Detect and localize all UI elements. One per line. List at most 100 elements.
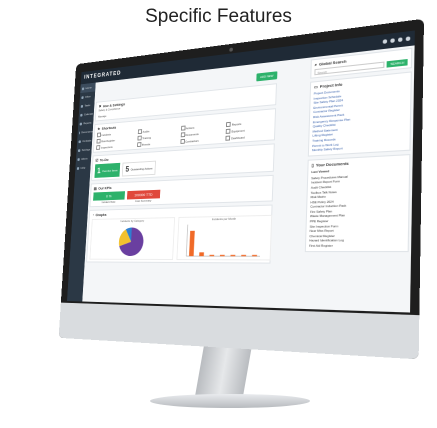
todo-title-text: To-Do [100, 157, 109, 162]
documents-list: Safety Procedures Manual Incident Report… [309, 172, 406, 249]
graphs-panel: ◔ Graphs Incidents by Category Incidents … [86, 205, 272, 264]
bar [220, 255, 225, 256]
sidebar-item-help[interactable]: Help [75, 163, 91, 173]
notifications-icon[interactable] [383, 39, 387, 44]
settings-icon[interactable] [390, 38, 394, 43]
shortcut-item[interactable]: Inspections [96, 143, 135, 150]
bar [199, 252, 204, 256]
help-icon [77, 167, 79, 170]
chart-icon: ▤ [94, 186, 97, 191]
bar-chart-card: Incidents per Month [176, 215, 272, 261]
pie-chart [90, 222, 174, 259]
checkbox-icon [97, 133, 101, 138]
shortcut-label: Documents [185, 132, 198, 137]
monitor-stand-base [150, 394, 310, 408]
tasks-icon [81, 105, 83, 108]
kpi-card[interactable]: 0 % Incident Rate [93, 191, 125, 204]
documents-title-text: Your Documents [316, 160, 349, 167]
kpi-label: Incident Rate [93, 200, 125, 205]
reports-icon [80, 122, 82, 125]
sidebar-item-label: Help [81, 166, 86, 170]
shortcut-item[interactable]: Dashboard [226, 133, 272, 141]
bar-chart-axis [186, 223, 261, 256]
todo-outstanding[interactable]: 5 Outstanding Actions [122, 161, 156, 177]
main-content: ADD NEW ⚑ Hse & Settings Safety & Complia… [84, 63, 278, 305]
kpi-card[interactable]: 100000 TTD Cost Summary [127, 190, 161, 204]
document-link[interactable]: First Aid Register [309, 243, 404, 248]
monitor-screen: INTEGRATED Home Inbox Tasks Calendar Rep… [67, 30, 415, 312]
sidebar-item-label: Settings [82, 148, 90, 152]
calendar-icon [80, 113, 82, 116]
graphs-row: Incidents by Category Incidents per Mont… [89, 215, 268, 261]
folder-icon: ▭ [314, 84, 318, 89]
kpi-panel: ▤ Our KPIs 0 % Incident Rate 100000 TTD C… [90, 175, 274, 207]
project-list: Project Documents Inspection Schedule Si… [312, 83, 407, 153]
bar [230, 255, 235, 256]
shortcut-item[interactable]: Permits [137, 139, 178, 147]
sidebar-item-label: Documents [81, 130, 93, 135]
checkbox-icon [226, 122, 231, 127]
checkbox-icon [180, 139, 185, 144]
home-icon [82, 87, 84, 90]
search-button[interactable]: SEARCH [387, 59, 408, 68]
shortcut-item[interactable]: Contractors [180, 136, 223, 144]
shortcut-label: Training [142, 135, 151, 139]
bar [241, 255, 246, 256]
user-icon[interactable] [398, 37, 402, 42]
checkbox-icon [137, 136, 141, 141]
graph-icon: ◔ [92, 213, 94, 218]
power-icon[interactable] [406, 36, 411, 41]
shortcut-label: Incidents [102, 132, 112, 136]
shortcut-label: Reports [232, 121, 242, 126]
todo-label: Outstanding Actions [131, 166, 153, 171]
checkbox-icon [96, 145, 100, 150]
todo-label: Overdue Items [102, 168, 118, 173]
documents-panel: ▯ Your Documents Last Viewed Safety Proce… [305, 154, 411, 252]
project-info-title-text: Project Info [320, 82, 343, 89]
right-column: ⌕ Global Search Search SEARCH ▭ Project In… [303, 48, 412, 310]
checkbox-icon [138, 129, 142, 134]
sidebar-item-label: Admin [81, 157, 88, 161]
todo-count: 5 [125, 165, 129, 174]
project-info-panel: ▭ Project Info Project Documents Inspecti… [308, 71, 412, 156]
shortcut-label: Permits [142, 142, 151, 146]
todo-overdue[interactable]: 1 Overdue Items [94, 163, 120, 178]
shortcut-label: Actions [186, 125, 195, 130]
gear-icon [78, 149, 80, 152]
admin-icon [77, 158, 79, 161]
inbox-icon [81, 96, 83, 99]
topbar-icons [383, 36, 411, 44]
todo-count: 1 [97, 167, 101, 175]
document-icon: ▯ [312, 162, 314, 167]
checkbox-icon [226, 136, 231, 141]
contacts-icon [79, 140, 81, 143]
sidebar-item-label: Tasks [84, 103, 90, 107]
pie-chart-card: Incidents by Category [89, 217, 175, 260]
shortcut-label: Inspections [101, 145, 113, 149]
bar [252, 255, 257, 256]
camera-icon [229, 48, 233, 52]
sidebar-item-label: Contacts [82, 139, 91, 143]
sidebar-item-label: Calendar [84, 112, 93, 116]
bar [189, 231, 195, 256]
app-logo: INTEGRATED [84, 71, 121, 81]
shortcut-label: Risk Register [101, 138, 115, 143]
kpi-label: Cost Summary [127, 198, 160, 203]
bar [209, 255, 214, 256]
monitor-bezel: INTEGRATED Home Inbox Tasks Calendar Rep… [59, 19, 424, 360]
checkbox-icon [137, 142, 141, 147]
bar-chart [177, 220, 271, 259]
kpi-title-text: Our KPIs [98, 185, 112, 190]
shortcut-label: Equipment [231, 128, 244, 133]
checkbox-icon [97, 139, 101, 144]
search-icon: ⌕ [315, 62, 317, 67]
documents-icon [79, 131, 80, 134]
sidebar-item-label: Home [86, 86, 92, 90]
shortcut-label: Contractors [185, 138, 199, 143]
shortcut-label: Dashboard [231, 135, 245, 140]
checklist-icon: ☑ [95, 158, 98, 163]
graphs-title-text: Graphs [95, 212, 106, 217]
star-icon: ★ [97, 126, 100, 131]
add-new-button[interactable]: ADD NEW [256, 71, 277, 81]
sidebar-item-label: Inbox [85, 95, 91, 99]
